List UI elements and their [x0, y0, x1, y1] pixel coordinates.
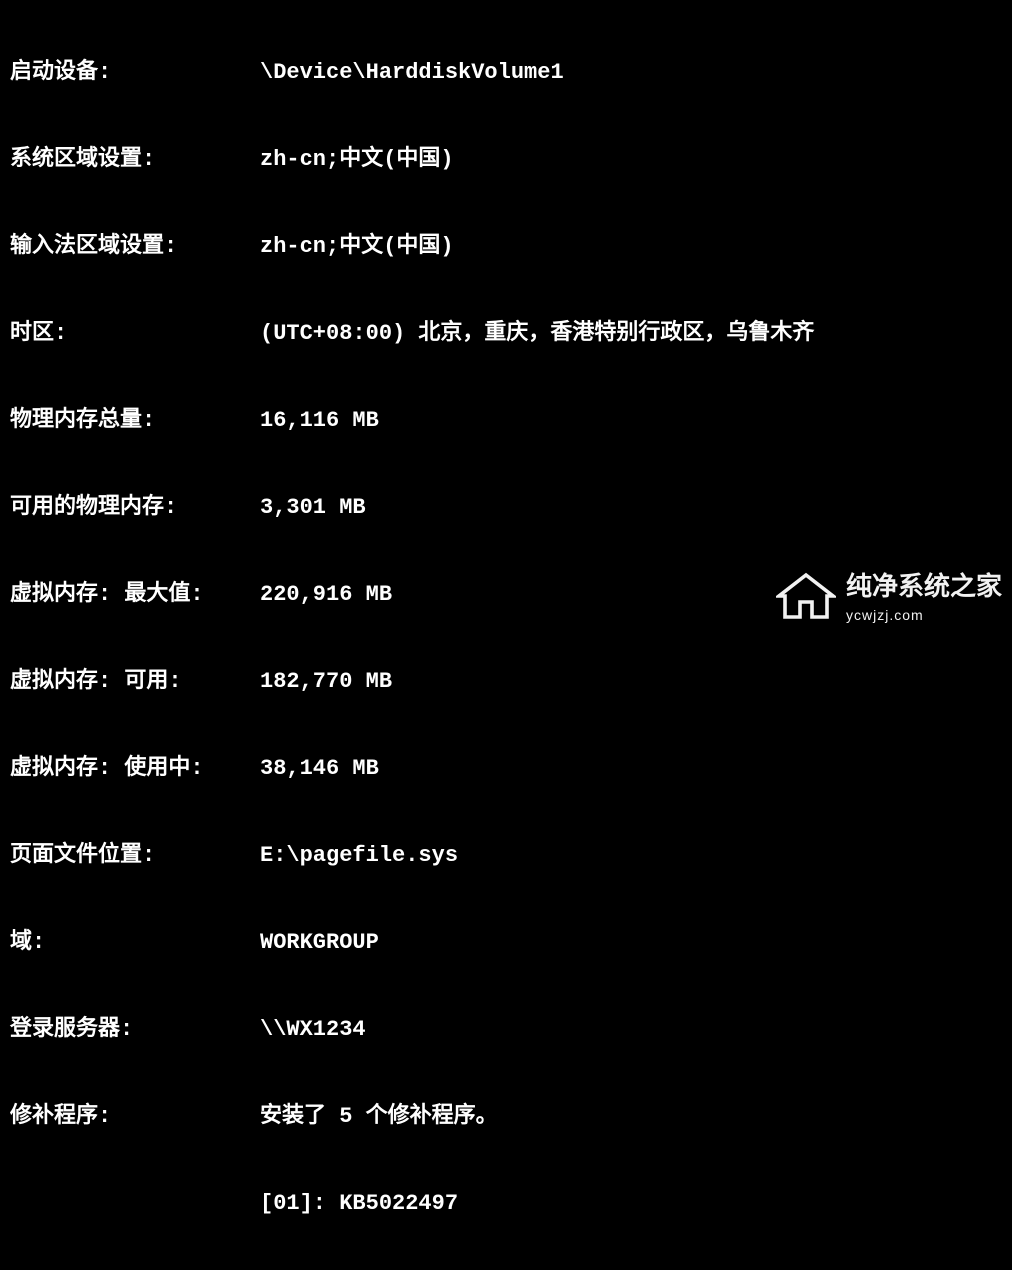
house-icon [776, 571, 836, 630]
info-value: E:\pagefile.sys [260, 841, 1002, 870]
info-label: 虚拟内存: 使用中: [10, 754, 260, 783]
info-label: 可用的物理内存: [10, 493, 260, 522]
info-row: 虚拟内存: 可用: 182,770 MB [10, 667, 1002, 696]
watermark-title: 纯净系统之家 [846, 572, 1002, 601]
info-label: 登录服务器: [10, 1015, 260, 1044]
info-value: WORKGROUP [260, 928, 1002, 957]
info-value: 182,770 MB [260, 667, 1002, 696]
info-value: 16,116 MB [260, 406, 1002, 435]
info-value: 38,146 MB [260, 754, 1002, 783]
info-value: \Device\HarddiskVolume1 [260, 58, 1002, 87]
info-label: 虚拟内存: 最大值: [10, 580, 260, 609]
info-label: 时区: [10, 319, 260, 348]
info-label: 虚拟内存: 可用: [10, 667, 260, 696]
info-value: 3,301 MB [260, 493, 1002, 522]
info-row: 域: WORKGROUP [10, 928, 1002, 957]
watermark-text-block: 纯净系统之家 ycwjzj.com [846, 572, 1002, 630]
info-row: 修补程序: 安装了 5 个修补程序。 [10, 1102, 1002, 1131]
info-value: 安装了 5 个修补程序。 [260, 1102, 1002, 1131]
info-row: 可用的物理内存: 3,301 MB [10, 493, 1002, 522]
info-value: zh-cn;中文(中国) [260, 232, 1002, 261]
watermark: 纯净系统之家 ycwjzj.com [776, 571, 1002, 630]
info-label: 页面文件位置: [10, 841, 260, 870]
info-label: 域: [10, 928, 260, 957]
info-value: \\WX1234 [260, 1015, 1002, 1044]
info-row: 物理内存总量: 16,116 MB [10, 406, 1002, 435]
info-value: (UTC+08:00) 北京，重庆，香港特别行政区，乌鲁木齐 [260, 319, 1002, 348]
info-label: 修补程序: [10, 1102, 260, 1131]
info-row: 系统区域设置: zh-cn;中文(中国) [10, 145, 1002, 174]
info-row: 登录服务器: \\WX1234 [10, 1015, 1002, 1044]
info-value: zh-cn;中文(中国) [260, 145, 1002, 174]
watermark-url: ycwjzj.com [846, 601, 1002, 630]
info-row: 启动设备: \Device\HarddiskVolume1 [10, 58, 1002, 87]
hotfix-item: [01]: KB5022497 [10, 1189, 1002, 1218]
info-row: 页面文件位置: E:\pagefile.sys [10, 841, 1002, 870]
info-label: 启动设备: [10, 58, 260, 87]
terminal-output: 启动设备: \Device\HarddiskVolume1 系统区域设置: zh… [10, 0, 1002, 1270]
info-label: 系统区域设置: [10, 145, 260, 174]
info-row: 输入法区域设置: zh-cn;中文(中国) [10, 232, 1002, 261]
info-row: 虚拟内存: 使用中: 38,146 MB [10, 754, 1002, 783]
info-label: 物理内存总量: [10, 406, 260, 435]
info-row: 时区: (UTC+08:00) 北京，重庆，香港特别行政区，乌鲁木齐 [10, 319, 1002, 348]
info-label: 输入法区域设置: [10, 232, 260, 261]
